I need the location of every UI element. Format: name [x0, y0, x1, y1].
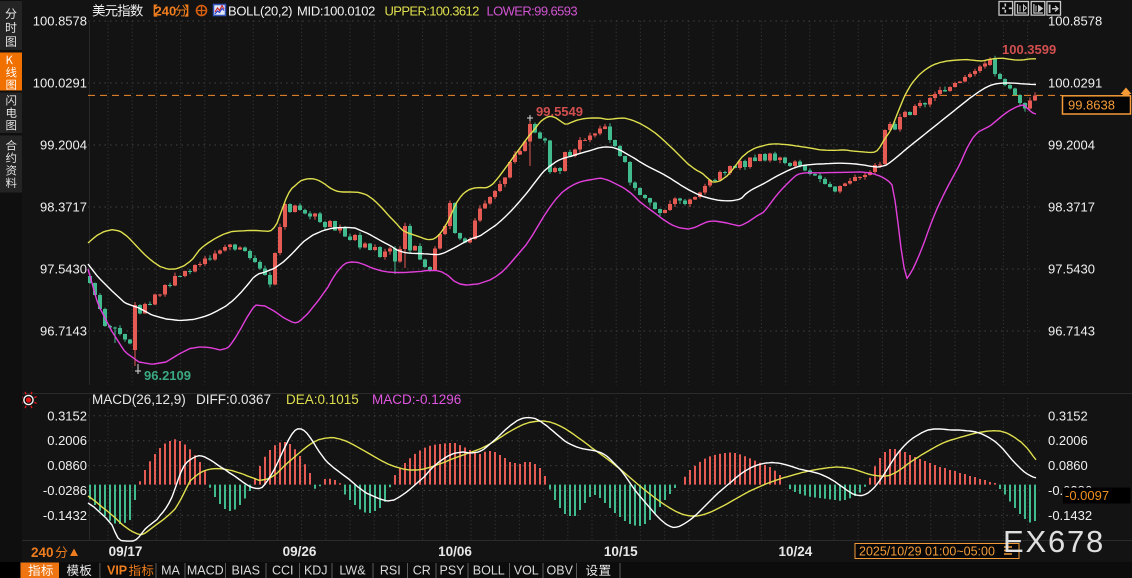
- svg-text:RSI: RSI: [380, 564, 401, 578]
- svg-text:98.3717: 98.3717: [40, 200, 87, 215]
- svg-text:DEA:0.1015: DEA:0.1015: [286, 392, 359, 407]
- svg-text:0.0860: 0.0860: [1048, 458, 1088, 473]
- svg-text:100.8578: 100.8578: [33, 14, 87, 29]
- svg-text:97.5430: 97.5430: [1048, 262, 1095, 277]
- svg-text:CR: CR: [413, 564, 431, 578]
- svg-text:0.3152: 0.3152: [1048, 408, 1088, 423]
- svg-text:MACD: MACD: [187, 564, 224, 578]
- svg-text:99.2004: 99.2004: [40, 138, 87, 153]
- svg-text:BOLL: BOLL: [473, 564, 505, 578]
- svg-text:0.2006: 0.2006: [47, 433, 87, 448]
- svg-text:MACD(26,12,9): MACD(26,12,9): [92, 392, 186, 407]
- svg-text:100.0291: 100.0291: [33, 76, 87, 91]
- svg-text:CCI: CCI: [272, 564, 294, 578]
- svg-text:100.3599: 100.3599: [1002, 42, 1056, 57]
- svg-text:VIP: VIP: [107, 564, 127, 578]
- svg-text:98.3717: 98.3717: [1048, 200, 1095, 215]
- svg-text:-0.0286: -0.0286: [43, 483, 87, 498]
- svg-text:0.0860: 0.0860: [47, 458, 87, 473]
- svg-text:OBV: OBV: [547, 564, 574, 578]
- svg-text:0.2006: 0.2006: [1048, 433, 1088, 448]
- svg-text:-0.1432: -0.1432: [1048, 508, 1092, 523]
- svg-text:-0.0097: -0.0097: [1065, 488, 1109, 503]
- svg-text:99.2004: 99.2004: [1048, 138, 1095, 153]
- svg-text:LOWER:99.6593: LOWER:99.6593: [487, 4, 578, 19]
- svg-text:MA: MA: [161, 564, 180, 578]
- svg-text:VOL: VOL: [514, 564, 539, 578]
- svg-text:240: 240: [31, 545, 54, 560]
- svg-text:PSY: PSY: [439, 564, 465, 578]
- svg-text:96.2109: 96.2109: [144, 368, 191, 383]
- svg-text:DIFF:0.0367: DIFF:0.0367: [196, 392, 271, 407]
- svg-text:09/17: 09/17: [109, 544, 143, 559]
- svg-text:KDJ: KDJ: [304, 564, 328, 578]
- svg-text:-0.1432: -0.1432: [43, 508, 87, 523]
- svg-text:BIAS: BIAS: [232, 564, 261, 578]
- svg-text:EX678: EX678: [1003, 524, 1105, 559]
- svg-text:99.8638: 99.8638: [1068, 98, 1115, 113]
- svg-text:10/06: 10/06: [438, 544, 472, 559]
- svg-text:240: 240: [155, 4, 177, 19]
- svg-text:09/26: 09/26: [283, 544, 317, 559]
- svg-text:99.5549: 99.5549: [536, 104, 583, 119]
- svg-text:MID:100.0102: MID:100.0102: [297, 4, 375, 19]
- svg-text:100.0291: 100.0291: [1048, 76, 1102, 91]
- svg-text:96.7143: 96.7143: [40, 324, 87, 339]
- svg-text:10/15: 10/15: [604, 544, 638, 559]
- svg-text:0.3152: 0.3152: [47, 408, 87, 423]
- svg-text:2025/10/29 01:00~05:00: 2025/10/29 01:00~05:00: [859, 545, 995, 559]
- svg-text:UPPER:100.3612: UPPER:100.3612: [385, 4, 480, 19]
- svg-text:LW&: LW&: [339, 564, 366, 578]
- svg-text:MACD:-0.1296: MACD:-0.1296: [372, 392, 461, 407]
- svg-text:BOLL(20,2): BOLL(20,2): [228, 4, 292, 19]
- svg-text:97.5430: 97.5430: [40, 262, 87, 277]
- svg-text:10/24: 10/24: [779, 544, 813, 559]
- svg-text:96.7143: 96.7143: [1048, 324, 1095, 339]
